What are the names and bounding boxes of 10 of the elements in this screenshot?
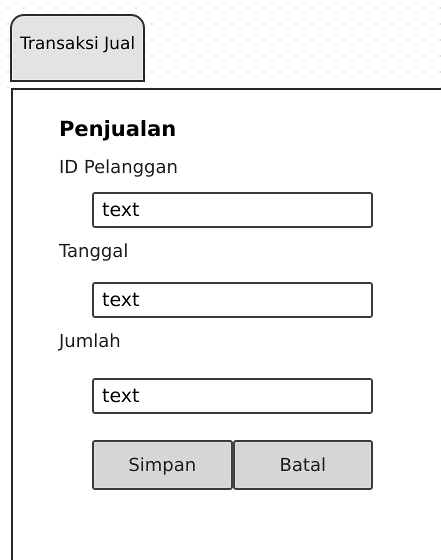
field-label: ID Pelanggan	[59, 156, 178, 180]
field-label: Jumlah	[59, 330, 121, 354]
input-field[interactable]: text	[92, 282, 373, 318]
tab[interactable]: Transaksi Jual	[10, 14, 146, 82]
field-label: Tanggal	[59, 240, 128, 264]
input-field[interactable]: text	[92, 378, 373, 414]
form-title: Penjualan	[59, 116, 176, 143]
form-button[interactable]: Batal	[232, 440, 373, 490]
input-field[interactable]: text	[92, 192, 373, 228]
form-button[interactable]: Simpan	[92, 440, 232, 490]
